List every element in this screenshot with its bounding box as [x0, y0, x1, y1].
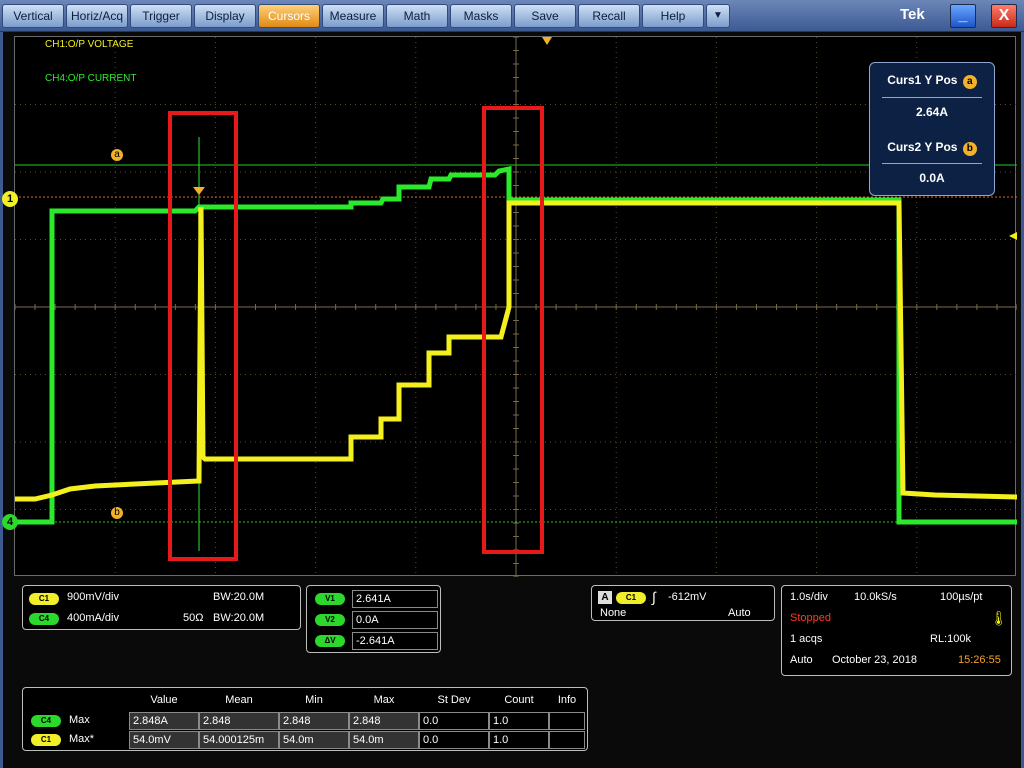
dv-value: -2.641A [352, 632, 438, 650]
menu-trigger[interactable]: Trigger [130, 4, 192, 28]
trigger-position-marker-icon[interactable] [542, 37, 552, 45]
c4-scale: 400mA/div [67, 612, 119, 624]
measurement-cell: 54.0mV [129, 731, 199, 749]
curs1-value: 2.64A [915, 105, 949, 119]
v2-badge: V2 [315, 614, 345, 626]
curs2-label: Curs2 Y Pos [887, 140, 958, 154]
thermometer-icon: 🌡 [990, 610, 1008, 626]
c4-bandwidth: BW:20.0M [213, 612, 265, 624]
acq-count: 1 acqs [790, 633, 823, 645]
brand-logo: Tek [900, 6, 925, 23]
acq-mode: Auto [790, 654, 813, 666]
cursor-readout-panel[interactable]: Curs1 Y Pos a 2.64A Curs2 Y Pos b 0.0A [869, 62, 995, 196]
record-length: RL:100k [930, 633, 971, 645]
c4-impedance: 50Ω [183, 612, 204, 624]
minimize-button[interactable]: _ [950, 4, 976, 28]
measurement-channel-badge: C1 [31, 734, 61, 746]
waveform-display[interactable]: CH1:O/P VOLTAGE CH4:O/P CURRENT a b [14, 36, 1017, 577]
measurement-cell [549, 712, 585, 730]
trigger-panel[interactable]: A C1 ∫ -612mV None Auto [591, 585, 775, 621]
v1-value: 2.641A [352, 590, 438, 608]
trigger-point-marker-icon [193, 187, 205, 195]
measurement-cell: 2.848A [129, 712, 199, 730]
menu-bar: Vertical Horiz/Acq Trigger Display Curso… [0, 0, 1024, 32]
curs2-value: 0.0A [919, 171, 945, 185]
v2-value: 0.0A [352, 611, 438, 629]
measurement-name: Max* [69, 733, 95, 745]
divider [882, 97, 982, 98]
measurement-cell: 54.0m [279, 731, 349, 749]
measurement-header: Info [557, 694, 577, 706]
measurement-cell: 54.000125m [199, 731, 279, 749]
measurement-header: St Dev [437, 694, 471, 706]
measurement-cell: 2.848 [279, 712, 349, 730]
cursor-b-marker[interactable]: b [111, 507, 123, 519]
time-per-point: 100µs/pt [940, 591, 983, 603]
measurement-header: Max [373, 694, 395, 706]
channel-scale-panel[interactable]: C1 900mV/div BW:20.0M C4 400mA/div 50Ω B… [22, 585, 301, 630]
c1-badge: C1 [29, 593, 59, 605]
measurement-cell: 2.848 [349, 712, 419, 730]
acq-date: October 23, 2018 [832, 654, 918, 666]
menu-save[interactable]: Save [514, 4, 576, 28]
cursor-a-marker[interactable]: a [111, 149, 123, 161]
measurement-header: Value [150, 694, 178, 706]
menu-math[interactable]: Math [386, 4, 448, 28]
cursor-values-panel[interactable]: V1 2.641A V2 0.0A ΔV -2.641A [306, 585, 441, 653]
dv-badge: ΔV [315, 635, 345, 647]
rising-edge-icon: ∫ [652, 589, 656, 605]
acquisition-panel[interactable]: 1.0s/div 10.0kS/s 100µs/pt Stopped 🌡 1 a… [781, 585, 1012, 676]
curs1-label: Curs1 Y Pos [887, 73, 958, 87]
measurement-header: Min [305, 694, 323, 706]
close-button[interactable]: X [991, 4, 1017, 28]
trigger-coupling: None [600, 607, 627, 619]
menu-cursors[interactable]: Cursors [258, 4, 320, 28]
measurement-header: Mean [225, 694, 253, 706]
measurement-channel-badge: C4 [31, 715, 61, 727]
menu-masks[interactable]: Masks [450, 4, 512, 28]
ch4-trace-label: CH4:O/P CURRENT [45, 73, 137, 84]
measurement-cell [549, 731, 585, 749]
ch4-ground-marker[interactable]: 4 [2, 514, 18, 530]
ch1-ground-marker[interactable]: 1 [2, 191, 18, 207]
menu-recall[interactable]: Recall [578, 4, 640, 28]
measurement-cell: 54.0m [349, 731, 419, 749]
measurements-table[interactable]: Value Mean Min Max St Dev Count Info C4 Max 2.84… [22, 687, 588, 751]
curs2-badge: b [962, 142, 977, 156]
curs2-label-row: Curs2 Y Pos b [870, 140, 994, 156]
sample-rate: 10.0kS/s [854, 591, 897, 603]
menu-help[interactable]: Help [642, 4, 704, 28]
trigger-level: -612mV [668, 591, 707, 603]
ch1-trace-label: CH1:O/P VOLTAGE [45, 39, 134, 50]
measurement-cell: 0.0 [419, 731, 489, 749]
menu-vertical[interactable]: Vertical [2, 4, 64, 28]
measurement-cell: 1.0 [489, 712, 549, 730]
trigger-level-arrow-icon[interactable] [1009, 232, 1017, 240]
waveform-canvas [15, 37, 1017, 577]
trigger-source-badge: C1 [616, 592, 646, 604]
measurement-header: Count [504, 694, 534, 706]
v1-badge: V1 [315, 593, 345, 605]
acq-time: 15:26:55 [958, 654, 1001, 666]
time-per-div: 1.0s/div [790, 591, 828, 603]
trigger-a-label: A [598, 591, 612, 604]
menu-horiz-acq[interactable]: Horiz/Acq [66, 4, 128, 28]
acq-state: Stopped [790, 612, 831, 624]
measurement-name: Max [69, 714, 90, 726]
c1-scale: 900mV/div [67, 591, 119, 603]
divider [882, 163, 982, 164]
menu-display[interactable]: Display [194, 4, 256, 28]
grid-ticks [15, 37, 1017, 577]
measurement-cell: 0.0 [419, 712, 489, 730]
menu-measure[interactable]: Measure [322, 4, 384, 28]
measurement-cell: 1.0 [489, 731, 549, 749]
c4-badge: C4 [29, 613, 59, 625]
curs1-label-row: Curs1 Y Pos a [870, 73, 994, 89]
trigger-mode: Auto [728, 607, 751, 619]
curs1-badge: a [962, 75, 977, 89]
measurement-cell: 2.848 [199, 712, 279, 730]
c1-bandwidth: BW:20.0M [213, 591, 265, 603]
menu-overflow-button[interactable]: ▼ [706, 4, 730, 28]
